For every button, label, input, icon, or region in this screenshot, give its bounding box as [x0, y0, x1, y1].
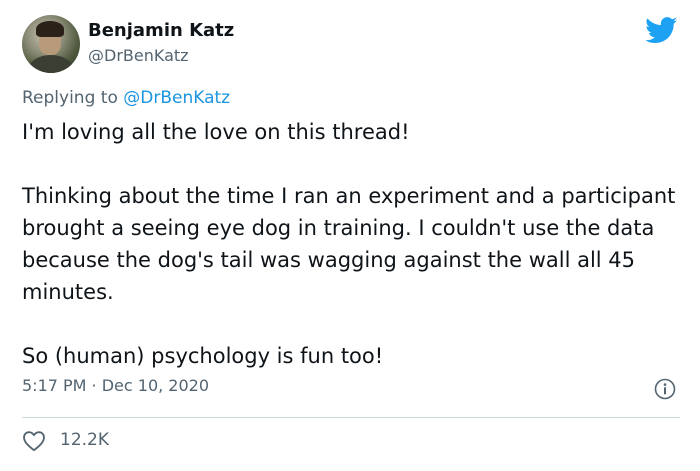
tweet-card: Benjamin Katz @DrBenKatz Replying to @Dr…	[0, 0, 700, 471]
twitter-bird-icon[interactable]	[645, 17, 678, 44]
tweet-body: I'm loving all the love on this thread! …	[22, 116, 682, 372]
replying-to: Replying to @DrBenKatz	[22, 88, 230, 108]
author-display-name[interactable]: Benjamin Katz	[88, 20, 234, 41]
heart-icon[interactable]	[22, 430, 46, 452]
reply-mention-link[interactable]: @DrBenKatz	[123, 88, 230, 108]
tweet-paragraph: Thinking about the time I ran an experim…	[22, 184, 676, 304]
like-count: 12.2K	[60, 430, 109, 450]
avatar[interactable]	[22, 15, 80, 73]
tweet-paragraph: I'm loving all the love on this thread!	[22, 120, 410, 144]
divider	[22, 417, 680, 418]
tweet-paragraph: So (human) psychology is fun too!	[22, 344, 384, 368]
tweet-timestamp[interactable]: 5:17 PM · Dec 10, 2020	[22, 376, 209, 395]
info-icon[interactable]	[654, 378, 676, 400]
replying-to-label: Replying to	[22, 88, 124, 108]
avatar-shoulders	[28, 55, 74, 73]
avatar-hair	[36, 21, 64, 37]
author-handle[interactable]: @DrBenKatz	[88, 46, 189, 65]
